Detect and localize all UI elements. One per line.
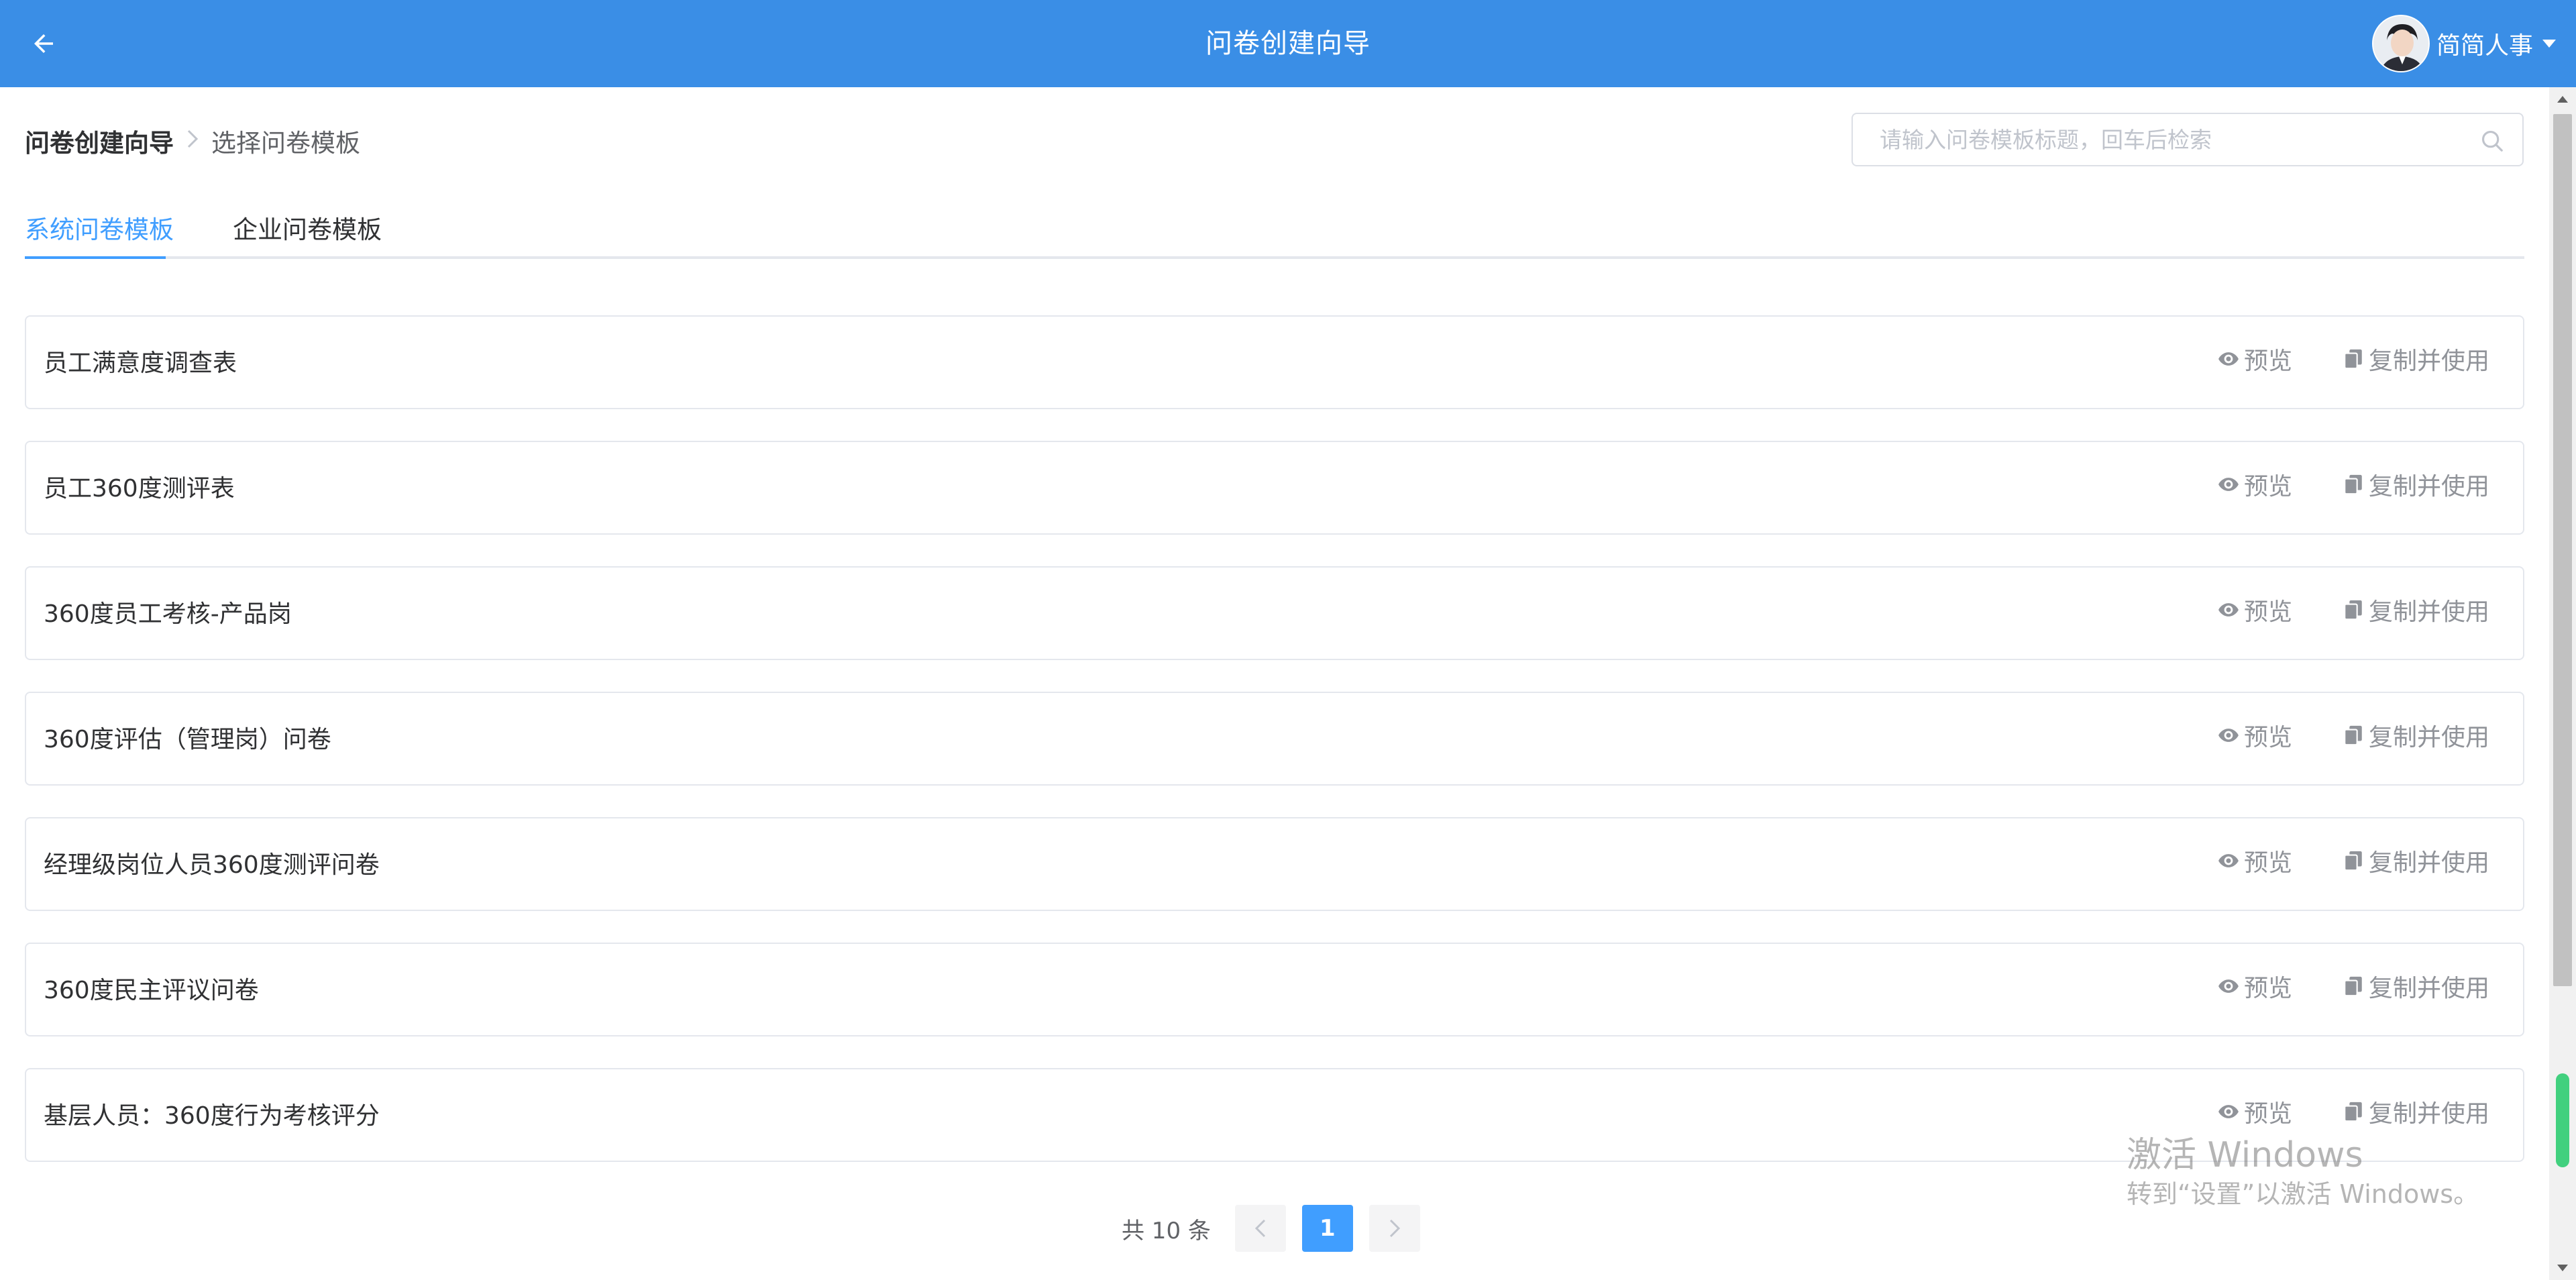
tab-system-templates[interactable]: 系统问卷模板 bbox=[25, 209, 174, 259]
scroll-progress-indicator bbox=[2556, 1073, 2569, 1167]
tab-enterprise-templates[interactable]: 企业问卷模板 bbox=[233, 209, 382, 259]
search-icon[interactable] bbox=[2479, 128, 2505, 154]
preview-label: 预览 bbox=[2243, 348, 2292, 375]
copy-icon bbox=[2344, 349, 2362, 370]
preview-button[interactable]: 预览 bbox=[2217, 718, 2292, 753]
template-title: 360度员工考核-产品岗 bbox=[44, 600, 292, 628]
user-name: 简简人事 bbox=[2436, 32, 2533, 60]
preview-label: 预览 bbox=[2243, 598, 2292, 626]
page-title: 问卷创建向导 bbox=[1205, 28, 1371, 59]
eye-icon bbox=[2218, 352, 2239, 366]
copy-icon bbox=[2344, 474, 2362, 495]
copy-use-button[interactable]: 复制并使用 bbox=[2342, 1094, 2489, 1129]
eye-icon bbox=[2218, 1105, 2239, 1118]
copy-use-button[interactable]: 复制并使用 bbox=[2342, 467, 2489, 502]
preview-label: 预览 bbox=[2243, 849, 2292, 877]
template-list: 员工满意度调查表 预览 复制并使用 员工360度测评表 预览 复制并使用 360… bbox=[25, 315, 2524, 1193]
preview-label: 预览 bbox=[2243, 473, 2292, 500]
copy-use-label: 复制并使用 bbox=[2368, 473, 2489, 500]
preview-button[interactable]: 预览 bbox=[2217, 341, 2292, 376]
scrollbar-thumb[interactable] bbox=[2553, 114, 2572, 986]
breadcrumb-root[interactable]: 问卷创建向导 bbox=[25, 123, 174, 159]
copy-icon bbox=[2344, 1102, 2362, 1122]
copy-use-label: 复制并使用 bbox=[2368, 598, 2489, 626]
template-row: 员工满意度调查表 预览 复制并使用 bbox=[25, 315, 2524, 409]
template-row: 经理级岗位人员360度测评问卷 预览 复制并使用 bbox=[25, 817, 2524, 911]
eye-icon bbox=[2218, 854, 2239, 867]
template-row: 员工360度测评表 预览 复制并使用 bbox=[25, 441, 2524, 535]
active-tab-indicator bbox=[25, 256, 166, 259]
watermark-title: 激活 Windows bbox=[2127, 1135, 2363, 1175]
page-number-current[interactable]: 1 bbox=[1301, 1205, 1353, 1252]
breadcrumb: 问卷创建向导 选择问卷模板 bbox=[25, 121, 360, 161]
copy-icon bbox=[2344, 976, 2362, 997]
row-actions: 预览 复制并使用 bbox=[2217, 468, 2489, 501]
copy-use-button[interactable]: 复制并使用 bbox=[2342, 969, 2489, 1004]
row-actions: 预览 复制并使用 bbox=[2217, 969, 2489, 1003]
copy-use-button[interactable]: 复制并使用 bbox=[2342, 341, 2489, 376]
triangle-up-icon bbox=[2557, 96, 2568, 103]
search-input[interactable] bbox=[1853, 114, 2470, 165]
search-box bbox=[1851, 113, 2524, 166]
row-actions: 预览 复制并使用 bbox=[2217, 593, 2489, 627]
row-actions: 预览 复制并使用 bbox=[2217, 844, 2489, 877]
copy-icon bbox=[2344, 600, 2362, 621]
preview-button[interactable]: 预览 bbox=[2217, 467, 2292, 502]
chevron-left-icon bbox=[1254, 1219, 1265, 1238]
eye-icon bbox=[2218, 729, 2239, 742]
triangle-down-icon bbox=[2557, 1265, 2568, 1271]
watermark-subtitle: 转到“设置”以激活 Windows。 bbox=[2127, 1179, 2479, 1209]
template-tabs: 系统问卷模板 企业问卷模板 bbox=[25, 195, 2524, 259]
row-actions: 预览 复制并使用 bbox=[2217, 1095, 2489, 1128]
preview-button[interactable]: 预览 bbox=[2217, 969, 2292, 1004]
eye-icon bbox=[2218, 979, 2239, 993]
template-row: 360度民主评议问卷 预览 复制并使用 bbox=[25, 943, 2524, 1036]
template-title: 360度评估（管理岗）问卷 bbox=[44, 726, 331, 753]
template-title: 经理级岗位人员360度测评问卷 bbox=[44, 851, 380, 879]
copy-icon bbox=[2344, 851, 2362, 871]
preview-button[interactable]: 预览 bbox=[2217, 843, 2292, 878]
user-menu[interactable]: 简简人事 bbox=[2371, 15, 2556, 72]
top-bar: 问卷创建向导 简简人事 bbox=[0, 0, 2576, 87]
eye-icon bbox=[2218, 603, 2239, 617]
chevron-right-icon bbox=[186, 127, 199, 154]
copy-use-label: 复制并使用 bbox=[2368, 724, 2489, 751]
breadcrumb-current: 选择问卷模板 bbox=[211, 129, 360, 158]
scroll-down-arrow[interactable] bbox=[2549, 1256, 2576, 1280]
copy-use-button[interactable]: 复制并使用 bbox=[2342, 592, 2489, 627]
windows-activation-watermark: 激活 Windows 转到“设置”以激活 Windows。 bbox=[2127, 1134, 2479, 1212]
next-page-button[interactable] bbox=[1368, 1205, 1420, 1252]
preview-label: 预览 bbox=[2243, 724, 2292, 751]
copy-use-label: 复制并使用 bbox=[2368, 348, 2489, 375]
vertical-scrollbar[interactable] bbox=[2549, 87, 2576, 1280]
copy-use-button[interactable]: 复制并使用 bbox=[2342, 843, 2489, 878]
preview-button[interactable]: 预览 bbox=[2217, 592, 2292, 627]
preview-button[interactable]: 预览 bbox=[2217, 1094, 2292, 1129]
row-actions: 预览 复制并使用 bbox=[2217, 342, 2489, 376]
copy-use-label: 复制并使用 bbox=[2368, 975, 2489, 1002]
row-actions: 预览 复制并使用 bbox=[2217, 718, 2489, 752]
preview-label: 预览 bbox=[2243, 975, 2292, 1002]
scroll-up-arrow[interactable] bbox=[2549, 87, 2576, 111]
copy-icon bbox=[2344, 725, 2362, 746]
template-title: 员工满意度调查表 bbox=[44, 350, 237, 377]
template-title: 基层人员：360度行为考核评分 bbox=[44, 1102, 380, 1130]
pagination-total: 共 10 条 bbox=[1122, 1217, 1211, 1244]
caret-down-icon bbox=[2542, 40, 2556, 48]
copy-use-label: 复制并使用 bbox=[2368, 849, 2489, 877]
prev-page-button[interactable] bbox=[1234, 1205, 1286, 1252]
template-row: 360度评估（管理岗）问卷 预览 复制并使用 bbox=[25, 692, 2524, 786]
copy-use-button[interactable]: 复制并使用 bbox=[2342, 718, 2489, 753]
avatar[interactable] bbox=[2371, 15, 2430, 72]
pagination: 共 10 条 1 bbox=[1122, 1205, 1420, 1252]
template-title: 员工360度测评表 bbox=[44, 475, 235, 502]
template-title: 360度民主评议问卷 bbox=[44, 977, 259, 1004]
avatar-image bbox=[2373, 16, 2428, 71]
copy-use-label: 复制并使用 bbox=[2368, 1100, 2489, 1128]
eye-icon bbox=[2218, 478, 2239, 491]
preview-label: 预览 bbox=[2243, 1100, 2292, 1128]
template-row: 360度员工考核-产品岗 预览 复制并使用 bbox=[25, 566, 2524, 660]
chevron-right-icon bbox=[1389, 1219, 1401, 1238]
